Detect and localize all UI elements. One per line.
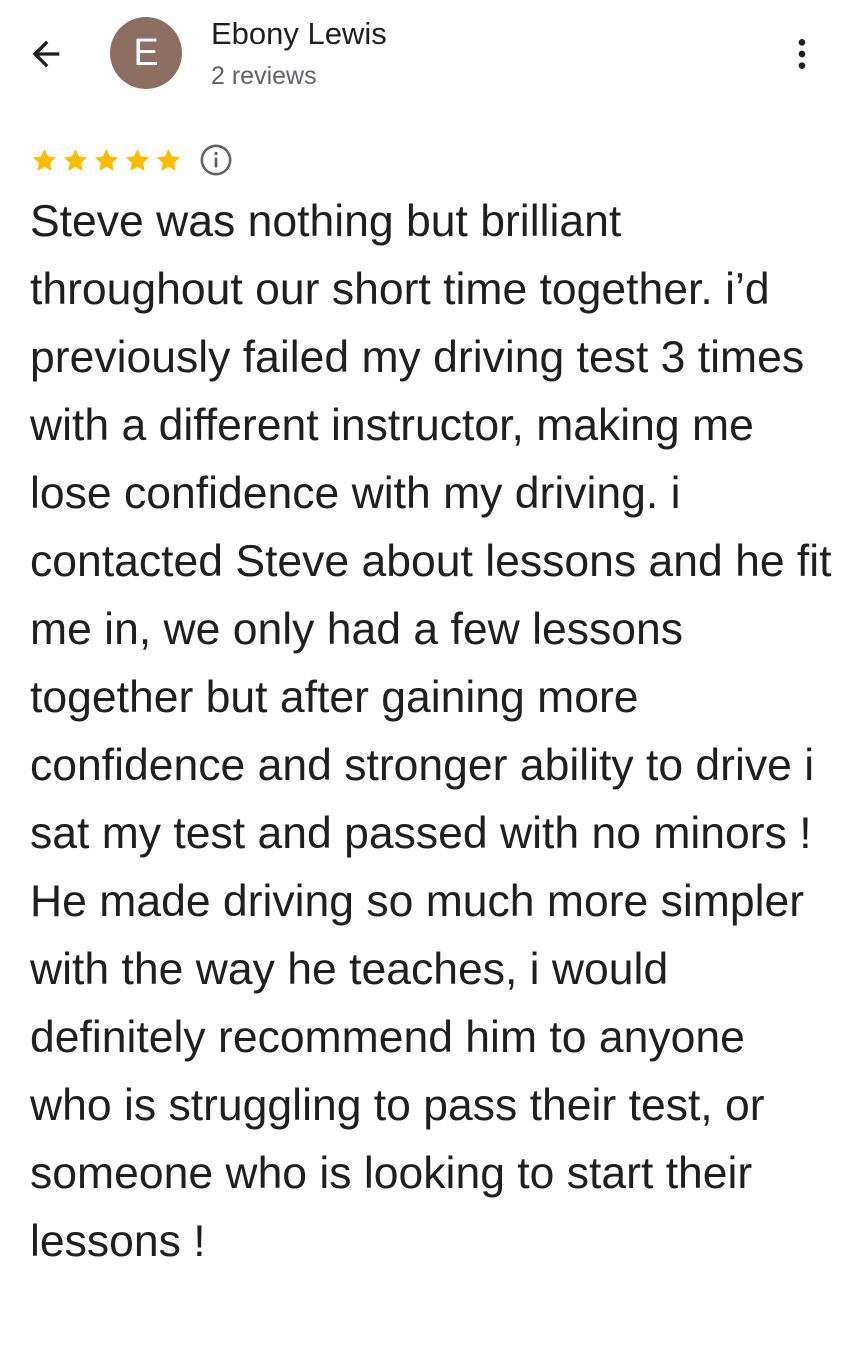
star-icon (157, 148, 180, 171)
star-icon (95, 148, 118, 171)
avatar[interactable]: E (110, 17, 182, 89)
reviewer-name[interactable]: Ebony Lewis (211, 16, 387, 52)
avatar-initial: E (133, 31, 159, 74)
review-text: Steve was nothing but brilliant througho… (30, 197, 832, 1266)
info-icon[interactable] (199, 143, 233, 177)
back-button[interactable] (22, 30, 70, 78)
more-vertical-icon (798, 39, 806, 69)
more-options-button[interactable] (780, 32, 824, 76)
review-header: E Ebony Lewis 2 reviews (0, 0, 848, 120)
star-icon (64, 148, 87, 171)
rating-row (30, 142, 233, 178)
star-icon (33, 148, 56, 171)
star-icon (126, 148, 149, 171)
star-rating (30, 146, 185, 175)
review-count: 2 reviews (211, 62, 317, 90)
arrow-left-icon (32, 40, 60, 68)
